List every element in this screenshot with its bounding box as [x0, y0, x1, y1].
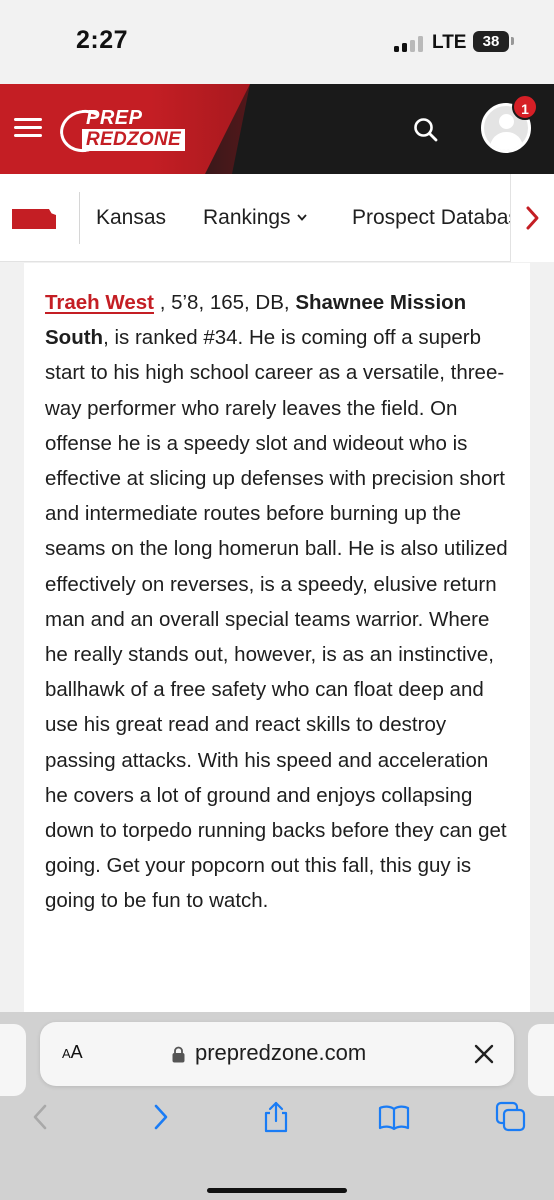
- logo-text-redzone: REDZONE: [82, 129, 185, 151]
- article-paragraph: Traeh West , 5’8, 165, DB, Shawnee Missi…: [45, 285, 515, 919]
- site-logo[interactable]: PREP REDZONE: [56, 104, 200, 156]
- chevron-right-icon: [526, 206, 539, 230]
- battery-icon: 38: [473, 31, 509, 52]
- hamburger-menu-icon[interactable]: [14, 116, 42, 140]
- site-header: PREP REDZONE: [0, 84, 554, 174]
- tabs-icon[interactable]: [494, 1100, 528, 1134]
- browser-toolbar: AA prepredzone.com: [0, 1012, 554, 1200]
- url-text[interactable]: prepredzone.com: [195, 1040, 366, 1066]
- reader-label-small: A: [62, 1046, 71, 1061]
- bookmarks-icon[interactable]: [377, 1100, 411, 1134]
- status-time: 2:27: [76, 26, 129, 54]
- reader-label-big: A: [70, 1042, 83, 1062]
- nav-item-rankings[interactable]: Rankings: [203, 206, 307, 230]
- nav-item-rankings-label: Rankings: [203, 206, 291, 229]
- next-tab-preview[interactable]: [528, 1024, 554, 1096]
- back-icon[interactable]: [24, 1100, 58, 1134]
- nav-item-prospect-database[interactable]: Prospect Database: [352, 202, 510, 230]
- logo-text-prep: PREP: [86, 107, 143, 129]
- article-card: Traeh West , 5’8, 165, DB, Shawnee Missi…: [24, 263, 530, 1013]
- nav-item-kansas[interactable]: Kansas: [96, 206, 166, 230]
- close-icon[interactable]: [472, 1042, 496, 1066]
- reader-options-button[interactable]: AA: [62, 1042, 83, 1063]
- home-indicator: [207, 1188, 347, 1193]
- nav-item-prospect-database-clip: Prospect Database: [352, 202, 510, 234]
- lock-icon: [172, 1046, 185, 1063]
- status-bar: 2:27 LTE 38: [0, 0, 554, 84]
- network-type: LTE: [432, 32, 467, 53]
- address-bar[interactable]: AA prepredzone.com: [40, 1022, 514, 1086]
- player-name-link[interactable]: Traeh West: [45, 291, 154, 314]
- article-body: , is ranked #34. He is coming off a supe…: [45, 326, 508, 913]
- nav-scroll-right-button[interactable]: [510, 174, 554, 262]
- player-measurables: , 5’8, 165, DB,: [154, 291, 296, 314]
- avatar-body: [490, 132, 523, 150]
- forward-icon[interactable]: [143, 1100, 177, 1134]
- cellular-signal-icon: [394, 36, 424, 52]
- kansas-state-icon[interactable]: [12, 209, 56, 229]
- notification-badge[interactable]: 1: [512, 94, 538, 120]
- battery-cap: [511, 37, 514, 45]
- share-icon[interactable]: [259, 1100, 293, 1134]
- avatar-head: [499, 114, 514, 129]
- state-nav: Kansas Rankings Prospect Database: [0, 174, 554, 262]
- search-icon[interactable]: [411, 115, 441, 145]
- nav-divider: [79, 192, 80, 244]
- previous-tab-preview[interactable]: [0, 1024, 26, 1096]
- chevron-down-icon: [296, 209, 307, 224]
